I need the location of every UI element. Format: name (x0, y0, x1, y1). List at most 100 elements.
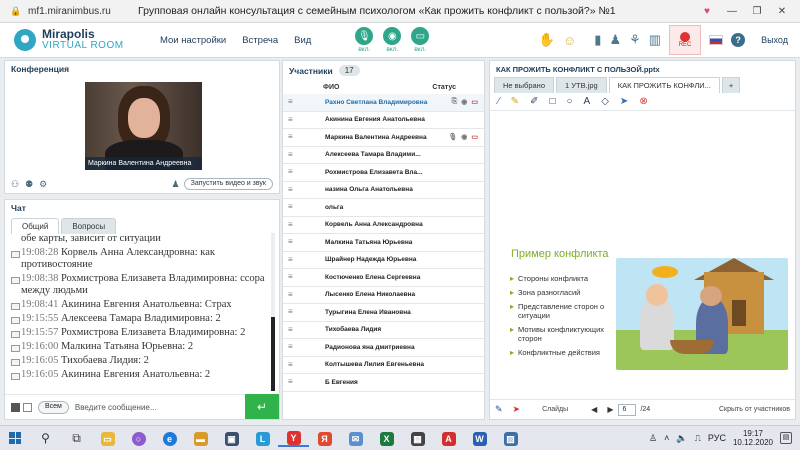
explorer-icon[interactable]: ▭ (92, 431, 123, 446)
chevron-up-icon[interactable]: ˄ (664, 433, 669, 443)
row-menu-icon[interactable]: ≡ (288, 273, 298, 281)
participant-row[interactable]: ≡ Радионова яна дмитриевна (283, 339, 484, 357)
bookmark-icon[interactable]: ♥ (699, 6, 715, 17)
row-menu-icon[interactable]: ≡ (288, 308, 298, 316)
excel-icon[interactable]: X (371, 431, 402, 446)
russian-flag-icon[interactable] (709, 35, 724, 45)
hide-from-participants-button[interactable]: Скрыть от участников (719, 406, 790, 413)
tab-image-file[interactable]: 1 УТВ.jpg (556, 77, 607, 93)
yandex-icon[interactable]: Я (309, 431, 340, 446)
store-icon[interactable]: ▣ (216, 431, 247, 446)
participant-row[interactable]: ≡ Б Евгения (283, 374, 484, 392)
user-settings-icon[interactable]: ⚉ (25, 179, 33, 190)
acrobat-icon[interactable]: A (433, 431, 464, 446)
participant-row[interactable]: ≡ Маркина Валентина Андреевна 🎙 ◉ ▭ (283, 129, 484, 147)
participant-row[interactable]: ≡ Турыгина Елена Ивановна (283, 304, 484, 322)
help-button[interactable]: ? (731, 33, 746, 47)
search-icon[interactable]: ⚲ (30, 431, 61, 445)
participant-row[interactable]: ≡ Корвель Анна Александровна (283, 217, 484, 234)
edge-icon[interactable]: e (154, 431, 185, 446)
chat-input[interactable]: Введите сообщение... (75, 403, 259, 412)
word-icon[interactable]: W (464, 431, 495, 446)
slide-viewport[interactable]: Пример конфликта Стороны конфликта Зона … (492, 173, 793, 370)
recipient-select[interactable]: Всем (38, 400, 69, 414)
exit-button[interactable]: Выход (761, 35, 788, 45)
emoji-icon[interactable]: ☺ (563, 33, 576, 48)
ellipse-tool-icon[interactable]: ○ (567, 96, 573, 107)
user-icon[interactable]: ♟ (609, 32, 621, 48)
row-menu-icon[interactable]: ≡ (288, 378, 298, 386)
microphone-toggle[interactable]: 🎙 вкл. (355, 27, 374, 53)
chat-scroll-thumb[interactable] (271, 317, 275, 391)
row-menu-icon[interactable]: ≡ (288, 185, 298, 193)
page-number-input[interactable]: 6 (618, 403, 637, 416)
minimize-icon[interactable]: — (724, 6, 740, 17)
row-menu-icon[interactable]: ≡ (288, 150, 298, 158)
row-menu-icon[interactable]: ≡ (288, 168, 298, 176)
task-view-icon[interactable]: ⧉ (61, 431, 92, 446)
participant-row[interactable]: ≡ ольга (283, 199, 484, 217)
participant-row[interactable]: ≡ Рохмистрова Елизавета Вла... (283, 164, 484, 182)
rectangle-tool-icon[interactable]: □ (549, 96, 555, 107)
next-slide-button[interactable]: ▶ (607, 405, 613, 414)
row-menu-icon[interactable]: ≡ (288, 220, 298, 228)
language-indicator[interactable]: РУС (708, 433, 726, 443)
send-button[interactable]: ↵ (245, 394, 279, 419)
mail-icon[interactable]: ✉ (340, 431, 371, 446)
broadcast-icon[interactable]: ⚙ (39, 179, 47, 190)
files-icon[interactable]: ▬ (185, 431, 216, 446)
row-menu-icon[interactable]: ≡ (288, 360, 298, 368)
menu-my-settings[interactable]: Мои настройки (160, 35, 226, 46)
participant-row[interactable]: ≡ Колтышева Лилия Евгеньевна (283, 357, 484, 374)
line-tool-icon[interactable]: ⁄ (498, 96, 500, 107)
camera-toggle[interactable]: ◉ вкл. (383, 27, 402, 53)
clock[interactable]: 19:17 10.12.2020 (733, 429, 773, 447)
participant-row[interactable]: ≡ Рахно Светлана Владимировна ⎘ ◉ ▭ (283, 94, 484, 112)
chat-log[interactable]: обе карты, зависит от ситуации 19:08:28 … (9, 233, 271, 391)
row-menu-icon[interactable]: ≡ (288, 203, 298, 211)
draw-mode-icon[interactable]: ✎ (495, 404, 503, 415)
network-icon[interactable]: ⚘ (629, 32, 641, 48)
participant-row[interactable]: ≡ Лысенко Елена Николаевна (283, 287, 484, 304)
start-video-select[interactable]: Запустить видео и звук (183, 178, 273, 190)
add-tab-button[interactable]: + (721, 77, 741, 93)
users-icon[interactable]: ⚇ (11, 179, 19, 190)
participant-row[interactable]: ≡ Алексеева Тамара Владими... (283, 147, 484, 164)
start-button[interactable] (0, 432, 30, 444)
layout-icon[interactable]: ▥ (649, 32, 661, 48)
pencil-tool-icon[interactable]: ✎ (511, 96, 519, 107)
raise-hand-icon[interactable]: ✋ (539, 32, 555, 48)
participant-row[interactable]: ≡ назина Ольга Анатольевна (283, 182, 484, 199)
row-menu-icon[interactable]: ≡ (288, 290, 298, 298)
pointer-tool-icon[interactable]: ➤ (620, 96, 628, 107)
cortana-icon[interactable]: ○ (123, 431, 154, 446)
chat-scrollbar[interactable] (271, 233, 275, 391)
video-feed[interactable]: Маркина Валентина Андреевна (85, 82, 202, 170)
menu-view[interactable]: Вид (294, 35, 311, 46)
participant-row[interactable]: ≡ Малкина Татьяна Юрьевна (283, 234, 484, 252)
text-tool-icon[interactable]: A (584, 96, 591, 107)
tab-not-selected[interactable]: Не выбрано (494, 77, 554, 93)
clear-tool-icon[interactable]: ⊗ (639, 96, 647, 107)
marker-tool-icon[interactable]: ✐ (530, 96, 538, 107)
people-icon[interactable]: ♙ (649, 433, 657, 444)
eraser-tool-icon[interactable]: ◇ (601, 96, 609, 107)
row-menu-icon[interactable]: ≡ (288, 98, 298, 106)
row-menu-icon[interactable]: ≡ (288, 133, 298, 141)
notifications-icon[interactable]: ▤ (780, 432, 792, 444)
record-button[interactable]: REC (669, 25, 702, 55)
close-icon[interactable]: ✕ (774, 6, 790, 17)
restore-icon[interactable]: ❐ (749, 6, 765, 17)
participant-row[interactable]: ≡ Шрайнер Надежда Юрьевна (283, 252, 484, 269)
app-l-icon[interactable]: L (247, 431, 278, 446)
photos-icon[interactable]: ▨ (495, 431, 526, 446)
participant-row[interactable]: ≡ Тихобаева Лидия (283, 322, 484, 339)
tab-general[interactable]: Общий (11, 218, 60, 234)
row-menu-icon[interactable]: ≡ (288, 325, 298, 333)
participant-row[interactable]: ≡ Акинина Евгения Анатольевна (283, 112, 484, 129)
yandex-browser-icon[interactable]: Y (278, 430, 309, 447)
network-tray-icon[interactable]: ⎍ (695, 433, 701, 444)
background-color-icon[interactable] (23, 402, 32, 412)
menu-meeting[interactable]: Встреча (242, 35, 278, 46)
tab-presentation-file[interactable]: КАК ПРОЖИТЬ КОНФЛИ... (608, 77, 720, 93)
